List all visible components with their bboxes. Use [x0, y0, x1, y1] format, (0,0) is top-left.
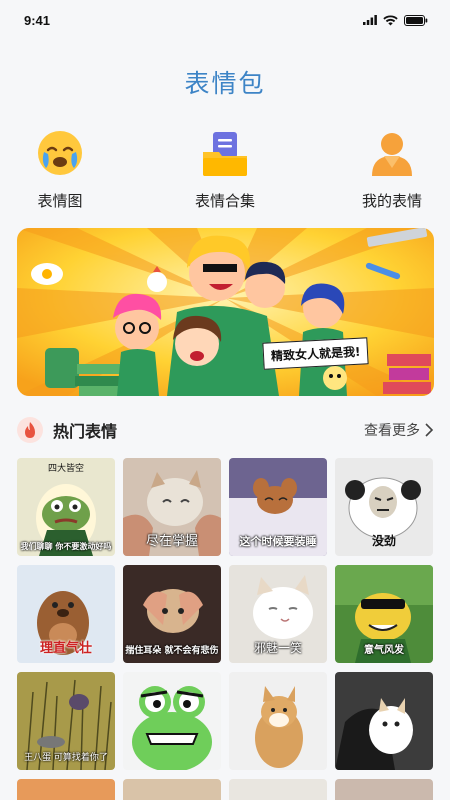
banner-illustration	[17, 228, 434, 396]
tile-caption: 邪魅一笑	[253, 641, 302, 655]
tile-caption: 理直气壮	[39, 641, 92, 656]
see-more-link[interactable]: 查看更多	[364, 420, 434, 440]
chevron-right-icon	[425, 423, 434, 437]
emoji-tile[interactable]	[229, 672, 327, 770]
emoji-tile[interactable]	[335, 779, 433, 800]
banner-caption: 精致女人就是我!	[262, 337, 370, 370]
emoji-tile[interactable]: 这个时候要装睡	[229, 458, 327, 556]
signal-icon	[363, 15, 377, 25]
emoji-tile[interactable]	[123, 779, 221, 800]
wifi-icon	[383, 14, 398, 25]
collection-folder-icon	[203, 132, 247, 176]
category-emoji-pics[interactable]: 表情图	[10, 128, 110, 211]
battery-icon	[404, 14, 428, 26]
crying-face-icon	[38, 131, 82, 175]
emoji-tile[interactable]: 邪魅一笑	[229, 565, 327, 663]
tile-caption: 王八蛋 可算找着你了	[24, 753, 108, 763]
tile-caption: 尽在掌握	[145, 534, 198, 549]
promo-banner[interactable]: 精致女人就是我!	[17, 228, 434, 396]
category-my-emojis[interactable]: 我的表情	[342, 128, 442, 211]
emoji-tile[interactable]	[123, 672, 221, 770]
status-time: 9:41	[24, 12, 51, 28]
fire-icon	[17, 417, 43, 443]
emoji-tile[interactable]: 理直气壮	[17, 565, 115, 663]
section-title: 热门表情	[53, 422, 118, 441]
category-label: 表情合集	[194, 192, 255, 210]
see-more-label: 查看更多	[364, 423, 420, 439]
category-label: 我的表情	[361, 192, 422, 210]
emoji-tile[interactable]: 王八蛋 可算找着你了	[17, 672, 115, 770]
tile-caption: 意气风发	[364, 645, 404, 656]
category-row: 表情图 表情合集 我的表情	[0, 128, 450, 211]
tile-caption: 这个时候要装睡	[239, 535, 317, 548]
status-bar: 9:41	[0, 0, 450, 40]
emoji-tile[interactable]: 揣住耳朵 就不会有悲伤	[123, 565, 221, 663]
emoji-tile[interactable]	[17, 779, 115, 800]
emoji-tile[interactable]: 意气风发	[335, 565, 433, 663]
tile-caption: 揣住耳朵 就不会有悲伤	[125, 646, 219, 656]
emoji-tile[interactable]: 尽在掌握	[123, 458, 221, 556]
hot-section-header: 热门表情 查看更多	[17, 414, 434, 446]
category-label: 表情图	[37, 192, 83, 210]
user-icon	[372, 133, 412, 176]
category-collections[interactable]: 表情合集	[175, 128, 275, 211]
emoji-tile[interactable]	[335, 672, 433, 770]
emoji-tile[interactable]: 四大皆空 我们聊聊 你不要激动好吗	[17, 458, 115, 556]
emoji-tile[interactable]	[229, 779, 327, 800]
tile-caption: 没劲	[371, 534, 396, 548]
status-icons	[363, 14, 428, 26]
page-title: 表情包	[184, 69, 266, 98]
tile-top-caption: 四大皆空	[47, 464, 84, 474]
emoji-tile[interactable]: 没劲	[335, 458, 433, 556]
tile-caption: 我们聊聊 你不要激动好吗	[20, 542, 112, 551]
